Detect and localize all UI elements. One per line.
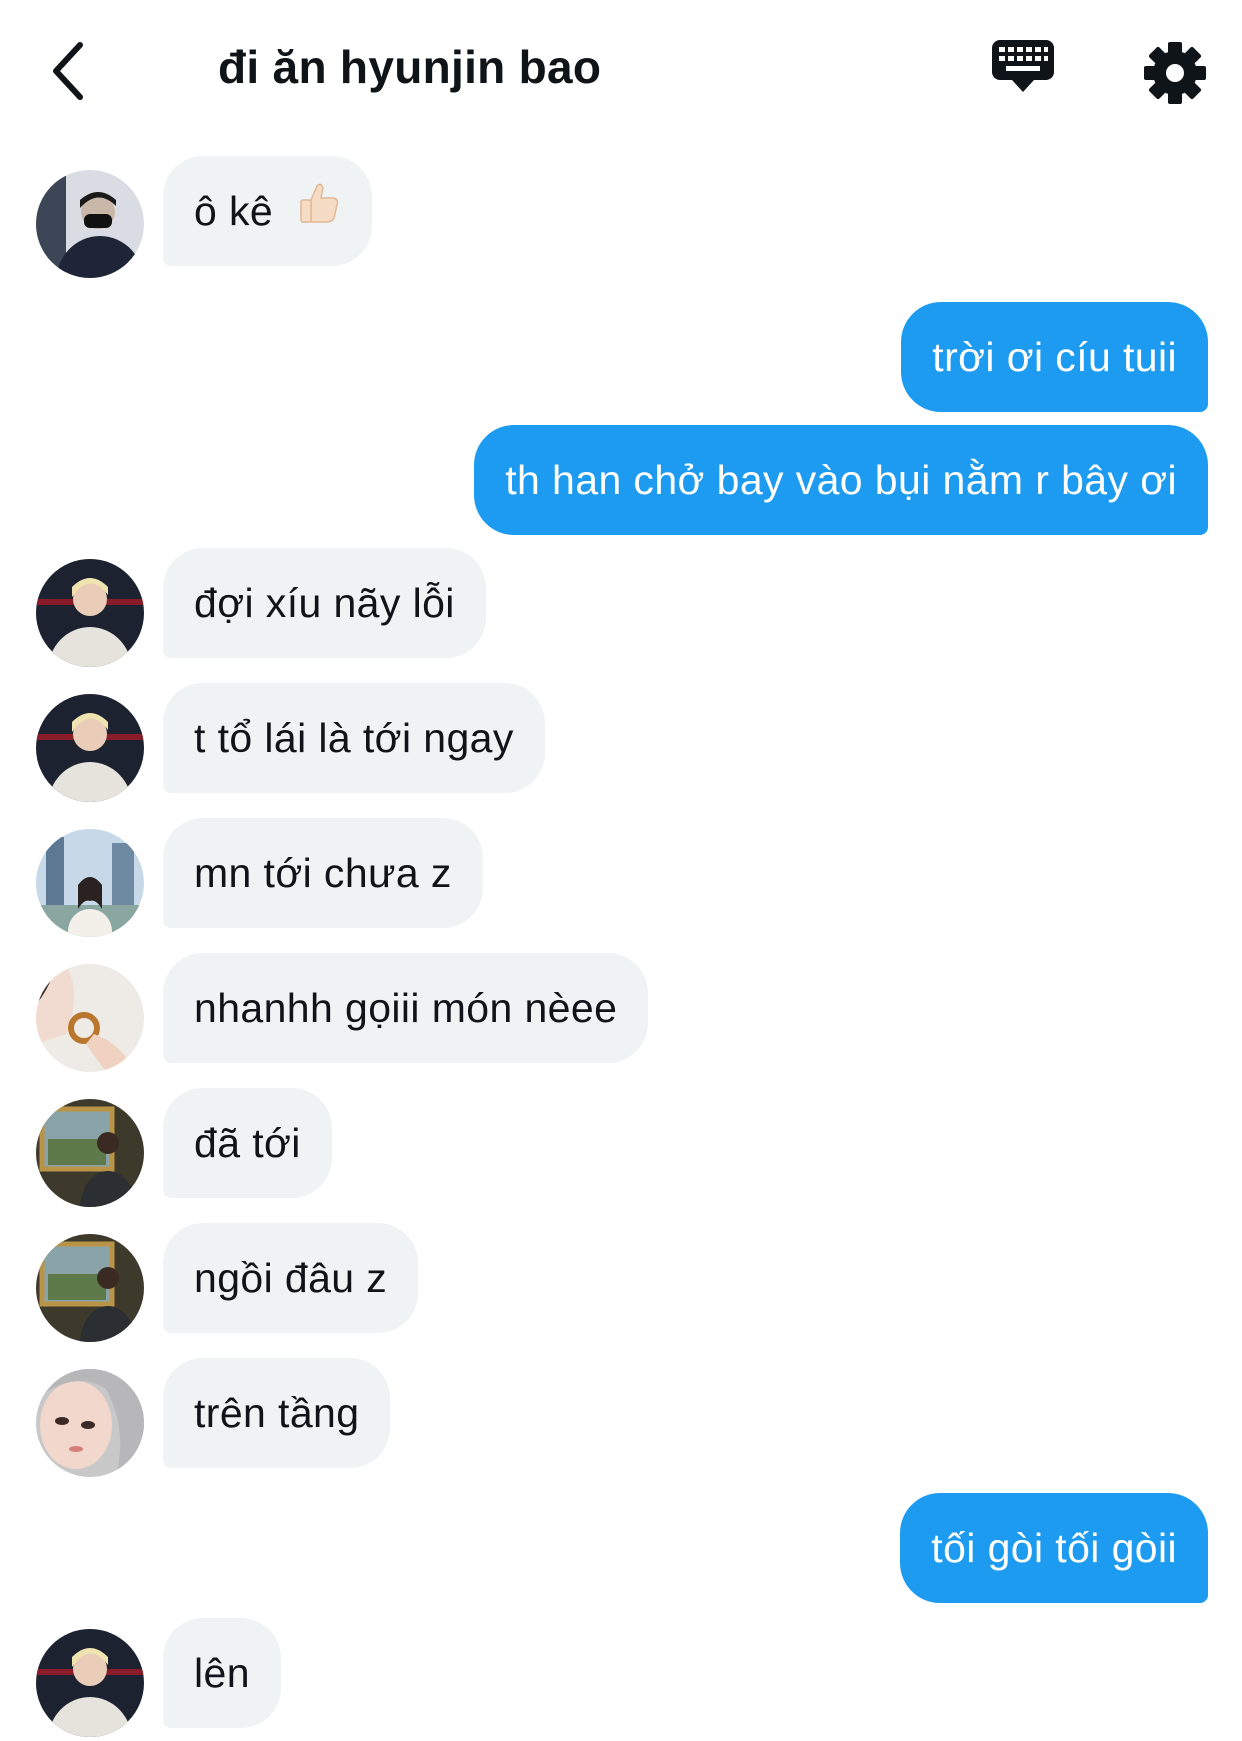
- avatar[interactable]: [36, 964, 144, 1072]
- message-row: ô kê: [0, 156, 1242, 278]
- message-text: lên: [194, 1650, 250, 1696]
- message-row: th han chở bay vào bụi nằm r bây ơi: [0, 425, 1242, 535]
- message-text: trời ơi cíu tuii: [932, 334, 1177, 380]
- avatar[interactable]: [36, 170, 144, 278]
- message-bubble[interactable]: ngồi đâu z: [163, 1223, 419, 1333]
- message-text: nhanhh gọiii món nèee: [194, 985, 618, 1031]
- message-text: ô kê: [194, 188, 274, 234]
- message-text: ngồi đâu z: [194, 1255, 388, 1301]
- message-bubble[interactable]: mn tới chưa z: [163, 818, 483, 928]
- message-row: mn tới chưa z: [0, 818, 1242, 937]
- message-text: tối gòi tối gòii: [931, 1525, 1177, 1571]
- avatar[interactable]: [36, 1099, 144, 1207]
- avatar[interactable]: [36, 1629, 144, 1737]
- message-text: đợi xíu nãy lỗi: [194, 580, 455, 626]
- message-thread: ô kê trời ơi cíu tuii th han chở bay vào…: [0, 0, 1242, 1741]
- message-row: t tổ lái là tới ngay: [0, 683, 1242, 802]
- message-bubble[interactable]: trên tầng: [163, 1358, 391, 1468]
- message-bubble[interactable]: đợi xíu nãy lỗi: [163, 548, 486, 658]
- thumbs-up-icon: [297, 155, 341, 265]
- avatar[interactable]: [36, 559, 144, 667]
- message-text: mn tới chưa z: [194, 850, 452, 896]
- message-row: tối gòi tối gòii: [0, 1493, 1242, 1603]
- message-row: ngồi đâu z: [0, 1223, 1242, 1342]
- message-row: trên tầng: [0, 1358, 1242, 1477]
- message-bubble[interactable]: nhanhh gọiii món nèee: [163, 953, 649, 1063]
- message-row: đã tới: [0, 1088, 1242, 1207]
- avatar[interactable]: [36, 694, 144, 802]
- message-bubble[interactable]: tối gòi tối gòii: [900, 1493, 1208, 1603]
- avatar[interactable]: [36, 1369, 144, 1477]
- message-text: đã tới: [194, 1120, 301, 1166]
- message-bubble[interactable]: t tổ lái là tới ngay: [163, 683, 545, 793]
- message-bubble[interactable]: trời ơi cíu tuii: [901, 302, 1208, 412]
- message-text: th han chở bay vào bụi nằm r bây ơi: [505, 457, 1177, 503]
- message-bubble[interactable]: đã tới: [163, 1088, 332, 1198]
- avatar[interactable]: [36, 1234, 144, 1342]
- avatar[interactable]: [36, 829, 144, 937]
- message-row: nhanhh gọiii món nèee: [0, 953, 1242, 1072]
- message-text: trên tầng: [194, 1390, 360, 1436]
- message-row: trời ơi cíu tuii: [0, 302, 1242, 412]
- message-bubble[interactable]: th han chở bay vào bụi nằm r bây ơi: [474, 425, 1208, 535]
- message-row: đợi xíu nãy lỗi: [0, 548, 1242, 667]
- message-bubble[interactable]: ô kê: [163, 156, 372, 266]
- message-bubble[interactable]: lên: [163, 1618, 281, 1728]
- message-text: t tổ lái là tới ngay: [194, 715, 514, 761]
- message-row: lên: [0, 1618, 1242, 1737]
